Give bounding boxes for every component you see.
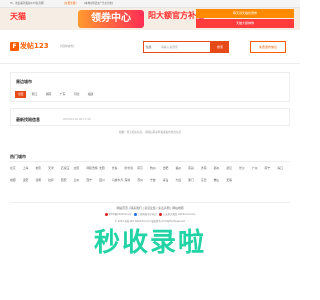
latest-title: 最新找陪信息 [16,117,40,122]
top-bar: Hi，欢迎来到发帖123信息网 [免费注册] [本地][附近][广告][分类] [0,0,300,8]
city-link[interactable]: 哈尔滨 [125,166,133,170]
city-chip[interactable]: 福建 [85,91,96,98]
police-badge-icon [158,213,162,216]
city-link[interactable]: 苏州 [137,178,143,182]
city-link[interactable]: 重庆 [35,166,41,170]
city-link[interactable]: 武汉 [226,166,232,170]
city-link[interactable]: 天津 [48,166,54,170]
slogan-banner: 秒收录啦 [93,228,206,258]
footer-links[interactable]: 网站首页 | 联系我们 | 意见反馈 | 免责声明 | 网站地图 [0,206,300,210]
search-input[interactable]: 请输入关键字 [161,45,178,49]
search-category[interactable]: 信息 [146,45,152,49]
city-link[interactable]: 长沙 [239,166,245,170]
city-chip[interactable]: 河北 [71,91,82,98]
post-free-button[interactable]: 免费发布信息 [250,41,286,53]
city-link[interactable]: 广州 [252,166,258,170]
city-link[interactable]: 深圳 [125,178,131,182]
city-link[interactable]: 大连 [175,178,181,182]
divider [10,161,290,162]
police-text[interactable]: 工商网监电子标识 [138,213,157,216]
city-chip[interactable]: 广东 [57,91,68,98]
city-link[interactable]: 青岛 [163,178,169,182]
logo-text[interactable]: 发帖123 [20,42,49,51]
city-link[interactable]: 海口 [277,166,283,170]
greeting-text: Hi，欢迎来到发帖123信息网 [10,2,44,5]
city-link[interactable]: 杭州 [150,166,156,170]
shield-icon [133,213,137,216]
city-link[interactable]: 银川 [99,178,105,182]
city-link[interactable]: 南宁 [265,166,271,170]
city-link[interactable]: 呼和浩特 [86,166,97,170]
search-button[interactable]: 搜索 [211,41,229,53]
coupon-tag-1[interactable]: 每天领天猫优惠券 [196,9,294,18]
nearby-panel: 周边城市 全国 浙江 湖南 广东 河北 福建 [10,72,290,102]
city-link[interactable]: 贵阳 [23,178,29,182]
city-chip[interactable]: 湖南 [43,91,54,98]
register-link[interactable]: [免费注册] [64,2,76,5]
top-tabs[interactable]: [本地][附近][广告][分类] [84,2,113,5]
city-link[interactable]: 南昌 [188,166,194,170]
city-switch-link[interactable]: [切换城市] [60,44,74,48]
city-chip[interactable]: 浙江 [29,91,40,98]
city-chip[interactable]: 全国 [15,91,26,98]
coupon-center[interactable]: 领券中心 [78,10,144,28]
city-link[interactable]: 济南 [201,166,207,170]
empty-message: 抱歉！暂无相关信息，请稍后再来查看或发布您的信息 [118,131,182,134]
ad-banner[interactable]: 天猫 领券中心 阳大额官方补贴 每天领天猫优惠券 天猫大额神券 [0,8,300,30]
city-link[interactable]: 拉萨 [48,178,54,182]
city-link[interactable]: 东莞 [201,178,207,182]
city-link[interactable]: 佛山 [214,178,220,182]
site-header: F 发帖123 [切换城市] 信息 请输入关键字 搜索 免费发布信息 [0,30,300,64]
divider [10,202,290,203]
city-link[interactable]: 北京 [10,166,16,170]
footer-record-row: 粤ICP备1900xxxx号 工商网监电子标识 公安机关备案 4419xxxxx… [0,213,300,217]
city-link[interactable]: 西安 [61,178,67,182]
city-link[interactable]: 兰州 [74,178,80,182]
city-link[interactable]: 成都 [10,178,16,182]
city-link[interactable]: 石家庄 [61,166,69,170]
nearby-title: 周边城市 [16,79,32,84]
city-link[interactable]: 太原 [74,166,80,170]
latest-time: 2024-04-20 00:17:40 [63,118,91,121]
coupon-tag-2[interactable]: 天猫大额神券 [196,19,294,28]
police-badge-icon [104,213,108,216]
logo-icon[interactable]: F [10,42,19,51]
city-link[interactable]: 郑州 [214,166,220,170]
icp-text[interactable]: 粤ICP备1900xxxx号 [109,213,132,216]
tmall-logo: 天猫 [10,12,26,21]
city-link[interactable]: 宁波 [150,178,156,182]
city-link[interactable]: 昆明 [35,178,41,182]
city-link[interactable]: 西宁 [86,178,92,182]
record-text[interactable]: 公安机关备案 4419xxxxxxxx [163,213,196,216]
hot-cities-title: 热门城市 [10,154,26,159]
city-link[interactable]: 福州 [175,166,181,170]
latest-panel: 最新找陪信息 2024-04-20 00:17:40 [10,108,290,126]
search-box[interactable]: 信息 请输入关键字 [143,41,211,53]
city-link[interactable]: 长春 [112,166,118,170]
city-link[interactable]: 上海 [23,166,29,170]
copyright: © 2024 发帖123 fatie123.com 版权所有 All Right… [114,220,186,223]
city-link[interactable]: 乌鲁木齐 [112,178,123,182]
city-link[interactable]: 合肥 [163,166,169,170]
city-link[interactable]: 无锡 [226,178,232,182]
city-link[interactable]: 厦门 [188,178,194,182]
city-link[interactable]: 南京 [137,166,143,170]
city-link[interactable]: 沈阳 [99,166,105,170]
